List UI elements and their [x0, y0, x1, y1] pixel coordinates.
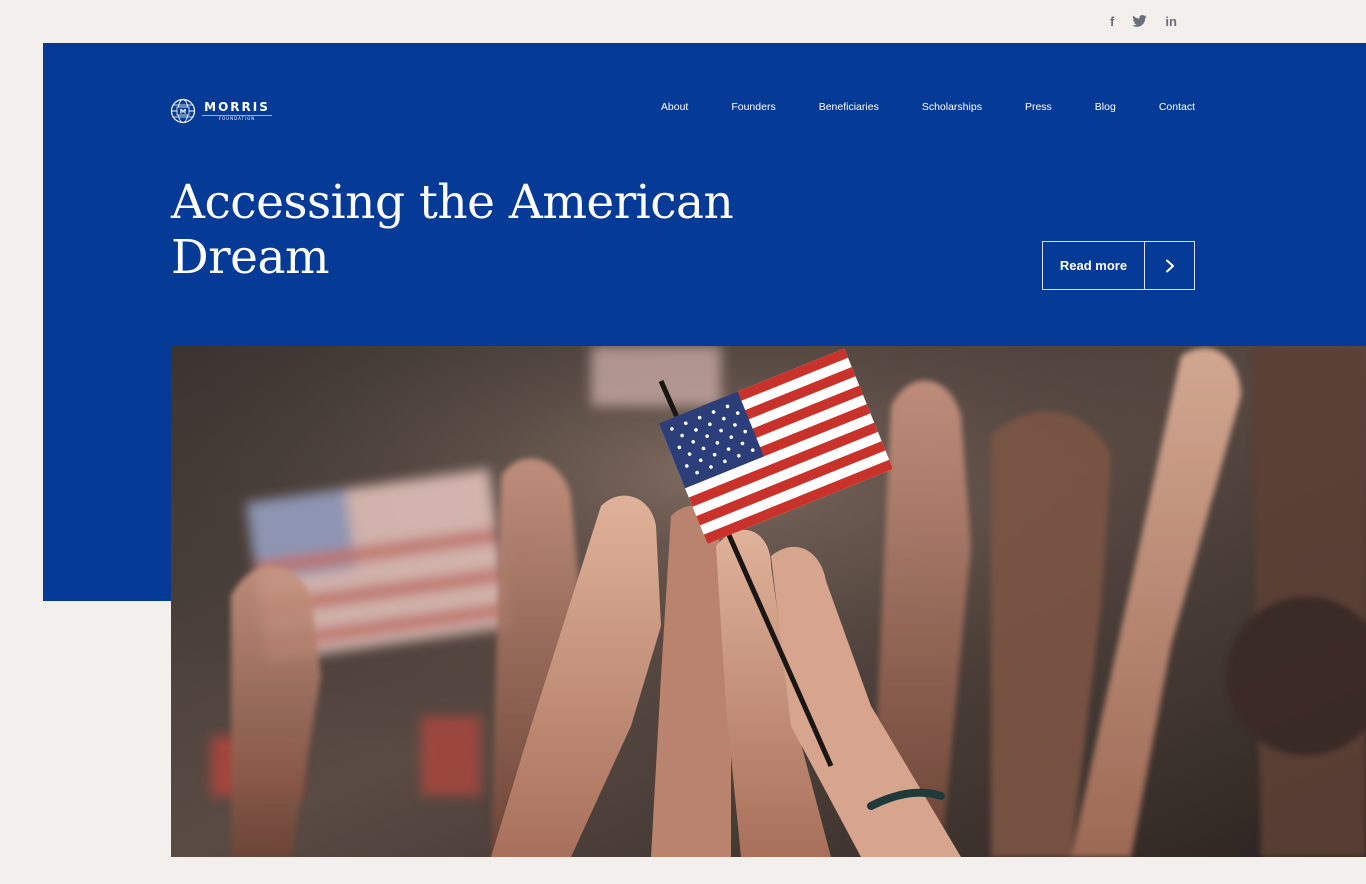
- nav-press[interactable]: Press: [1025, 100, 1052, 114]
- nav-beneficiaries[interactable]: Beneficiaries: [819, 100, 879, 114]
- chevron-right-icon: [1145, 242, 1194, 289]
- nav-scholarships[interactable]: Scholarships: [922, 100, 982, 114]
- headline-line-2: Dream: [171, 230, 330, 285]
- facebook-icon[interactable]: f: [1110, 12, 1114, 30]
- nav-blog[interactable]: Blog: [1095, 100, 1116, 114]
- logo-subtitle: FOUNDATION: [202, 115, 272, 121]
- logo-name: MORRIS: [204, 100, 270, 114]
- crowd-with-flag-illustration: [171, 346, 1366, 857]
- twitter-icon[interactable]: [1132, 12, 1148, 30]
- nav-contact[interactable]: Contact: [1159, 100, 1195, 114]
- linkedin-icon[interactable]: in: [1165, 12, 1177, 30]
- site-logo[interactable]: M MORRIS FOUNDATION: [170, 98, 272, 124]
- read-more-label: Read more: [1043, 242, 1145, 289]
- hero-photo: [171, 346, 1366, 857]
- logo-wordmark: MORRIS FOUNDATION: [202, 101, 272, 121]
- logo-mark-letter: M: [180, 108, 186, 116]
- nav-about[interactable]: About: [661, 100, 688, 114]
- globe-logo-icon: M: [170, 98, 196, 124]
- nav-founders[interactable]: Founders: [731, 100, 775, 114]
- headline-line-1: Accessing the American: [171, 175, 734, 230]
- hero-headline: Accessing the American Dream: [171, 175, 771, 285]
- read-more-button[interactable]: Read more: [1042, 241, 1195, 290]
- social-links: f in: [1110, 12, 1177, 30]
- main-nav: About Founders Beneficiaries Scholarship…: [661, 100, 1195, 114]
